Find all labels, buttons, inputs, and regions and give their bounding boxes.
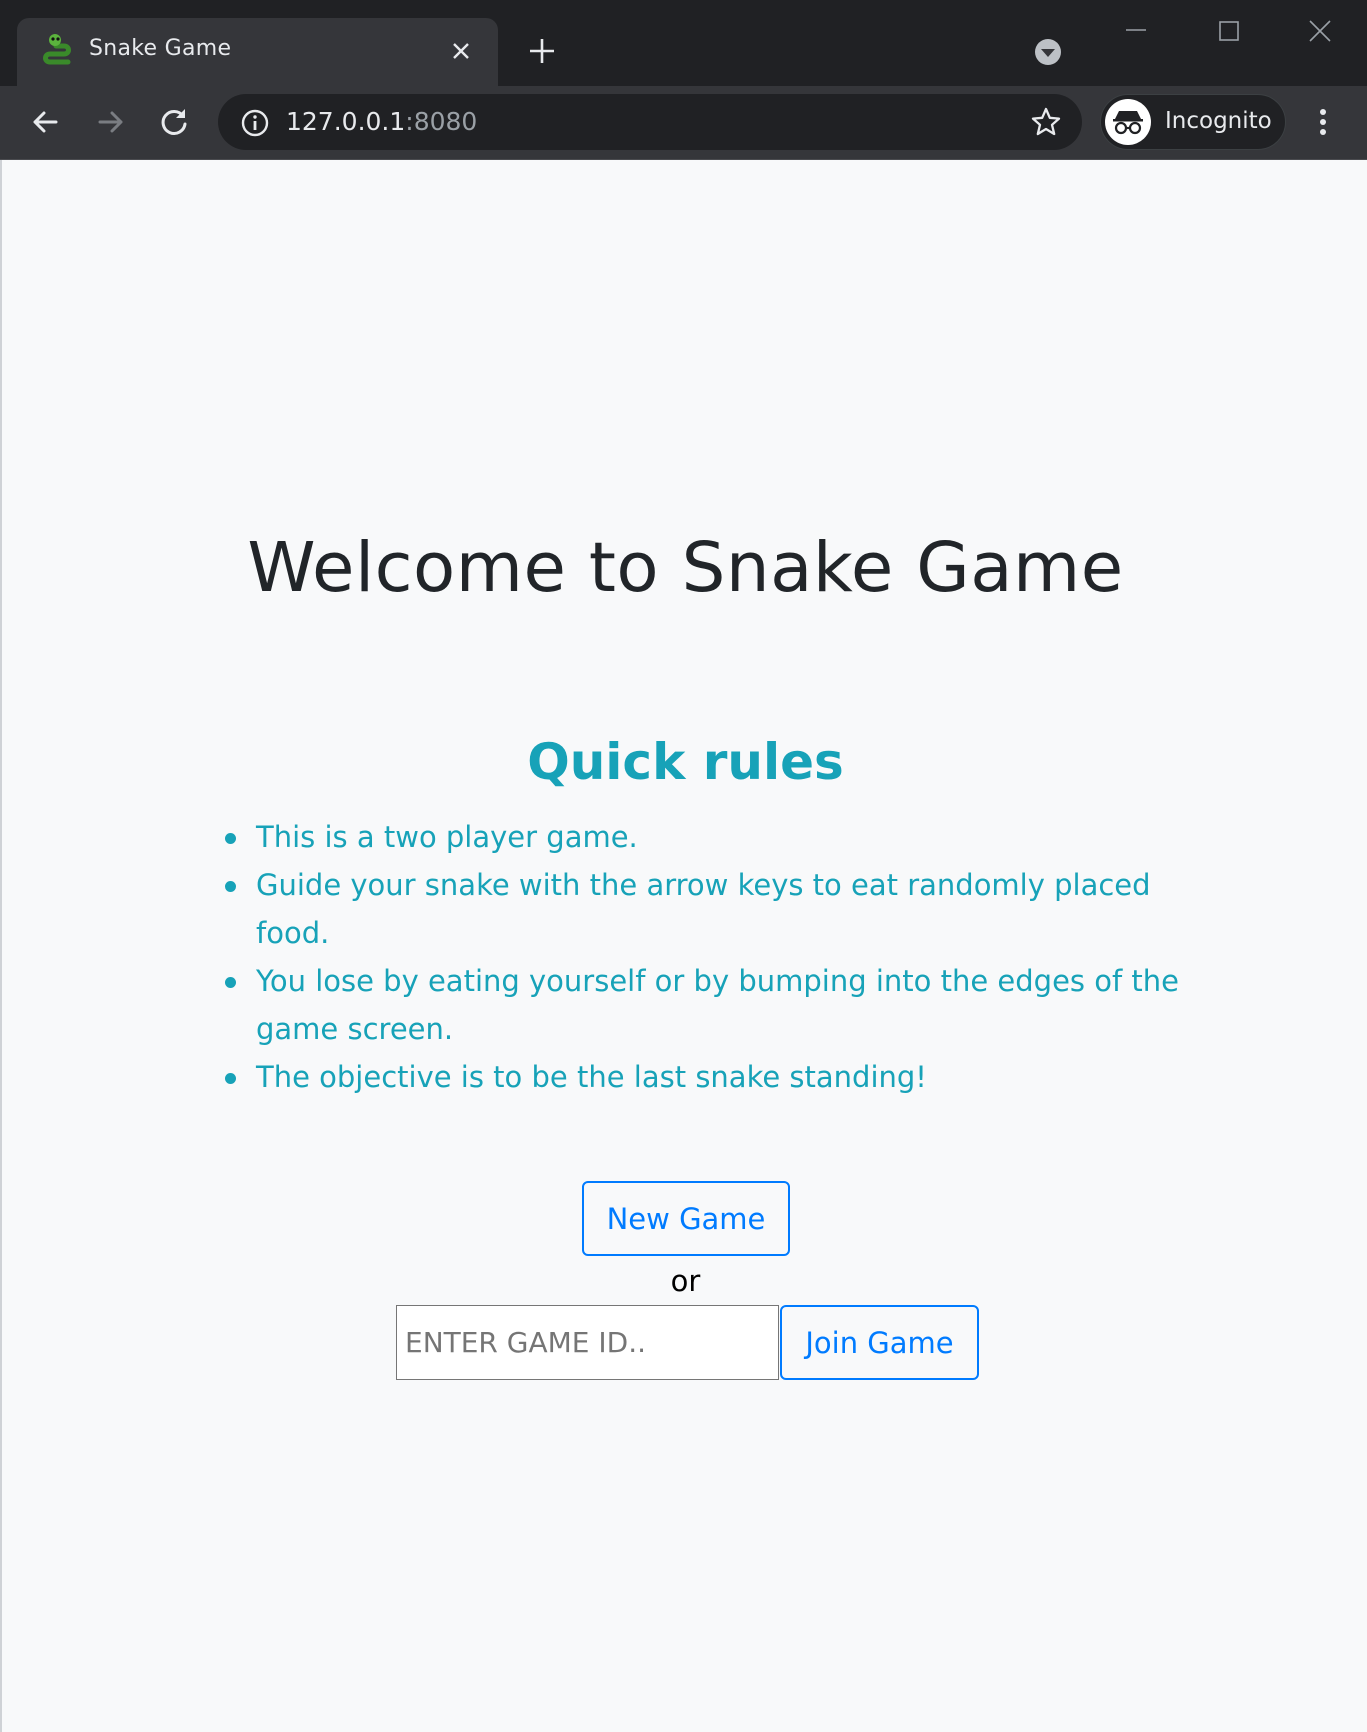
browser-tab[interactable]: Snake Game <box>17 18 498 86</box>
page-content: Welcome to Snake Game Quick rules This i… <box>0 160 1367 1732</box>
kebab-menu-icon[interactable] <box>1310 102 1336 142</box>
close-tab-icon[interactable] <box>450 40 472 62</box>
rules-list: This is a two player game. Guide your sn… <box>225 813 1196 1101</box>
rule-item: This is a two player game. <box>225 813 1196 861</box>
join-game-button[interactable]: Join Game <box>780 1305 979 1380</box>
rule-item: You lose by eating yourself or by bumpin… <box>225 957 1196 1053</box>
address-bar[interactable]: 127.0.0.1:8080 <box>218 94 1082 150</box>
incognito-profile-button[interactable]: Incognito <box>1100 94 1286 150</box>
url-text: 127.0.0.1:8080 <box>286 107 477 136</box>
minimize-window-icon[interactable] <box>1112 14 1162 50</box>
or-separator: or <box>670 1264 701 1298</box>
new-tab-icon[interactable] <box>527 36 557 66</box>
incognito-avatar <box>1105 99 1151 145</box>
tab-strip: Snake Game <box>0 0 1367 86</box>
url-host: 127.0.0.1 <box>286 107 406 136</box>
rules-title: Quick rules <box>527 733 844 791</box>
page-title: Welcome to Snake Game <box>247 528 1124 608</box>
tab-title: Snake Game <box>89 36 232 61</box>
rule-item: Guide your snake with the arrow keys to … <box>225 861 1196 957</box>
url-port: :8080 <box>405 107 478 136</box>
game-id-input[interactable] <box>396 1305 779 1380</box>
reload-icon[interactable] <box>154 102 194 142</box>
back-arrow-icon[interactable] <box>26 102 66 142</box>
site-info-icon[interactable] <box>240 108 270 138</box>
snake-favicon-icon <box>43 34 71 65</box>
rule-item: The objective is to be the last snake st… <box>225 1053 1196 1101</box>
bookmark-star-icon[interactable] <box>1030 106 1062 138</box>
forward-arrow-icon[interactable] <box>90 102 130 142</box>
incognito-label: Incognito <box>1165 108 1272 134</box>
maximize-window-icon[interactable] <box>1204 14 1254 50</box>
close-window-icon[interactable] <box>1295 14 1345 50</box>
browser-toolbar: 127.0.0.1:8080 Incognito <box>0 86 1367 160</box>
tab-search-icon[interactable] <box>1033 37 1063 67</box>
new-game-button[interactable]: New Game <box>582 1181 790 1256</box>
incognito-icon <box>1113 111 1143 135</box>
